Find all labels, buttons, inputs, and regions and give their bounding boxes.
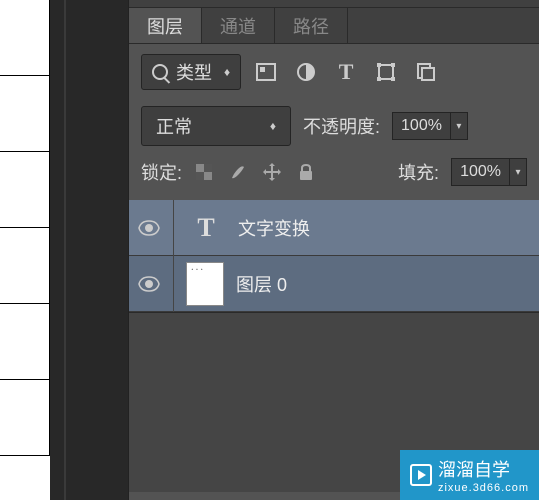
layer-separator	[173, 256, 174, 312]
workspace-background	[50, 0, 128, 500]
layer-item-image[interactable]: 图层 0	[129, 256, 539, 312]
opacity-dropdown-arrow[interactable]: ▾	[450, 112, 468, 140]
watermark-sub: zixue.3d66.com	[438, 482, 529, 494]
visibility-toggle-icon[interactable]	[137, 216, 161, 240]
layer-separator	[173, 200, 174, 256]
play-icon	[410, 464, 432, 486]
canvas-cell	[0, 0, 50, 76]
image-layer-thumb	[186, 262, 224, 306]
filter-shape-icon[interactable]	[375, 61, 397, 83]
fill-dropdown-arrow[interactable]: ▾	[509, 158, 527, 186]
tab-layers[interactable]: 图层	[129, 8, 202, 43]
search-icon	[152, 64, 168, 80]
lock-label: 锁定:	[141, 159, 182, 185]
filter-kind-label: 类型	[176, 59, 212, 85]
blend-mode-value: 正常	[156, 113, 192, 139]
canvas-cell	[0, 380, 50, 456]
layer-filter-row: 类型 ♦ T	[129, 44, 539, 100]
lock-paint-icon[interactable]	[228, 162, 248, 182]
fill-label: 填充:	[398, 159, 439, 185]
lock-transparency-icon[interactable]	[194, 162, 214, 182]
caret-down-icon: ♦	[270, 119, 276, 133]
filter-pixel-icon[interactable]	[255, 61, 277, 83]
tab-paths[interactable]: 路径	[275, 8, 348, 43]
text-layer-thumb-icon: T	[186, 208, 226, 248]
canvas-cell	[0, 76, 50, 152]
watermark-badge: 溜溜自学 zixue.3d66.com	[400, 450, 539, 500]
opacity-value-input[interactable]: 100%	[392, 112, 451, 140]
filter-kind-dropdown[interactable]: 类型 ♦	[141, 54, 241, 90]
watermark-title: 溜溜自学	[438, 460, 510, 480]
blend-mode-dropdown[interactable]: 正常 ♦	[141, 106, 291, 146]
lock-position-icon[interactable]	[262, 162, 282, 182]
fill-value-input[interactable]: 100%	[451, 158, 510, 186]
filter-type-icon[interactable]: T	[335, 61, 357, 83]
filter-icons-group: T	[255, 61, 437, 83]
tab-channels[interactable]: 通道	[202, 8, 275, 43]
canvas-cell	[0, 304, 50, 380]
canvas-cell	[0, 228, 50, 304]
blend-mode-row: 正常 ♦ 不透明度: 100% ▾	[129, 100, 539, 152]
layer-name[interactable]: 图层 0	[236, 271, 287, 297]
layer-item-text[interactable]: T 文字变换	[129, 200, 539, 256]
lock-icons-group	[194, 162, 316, 182]
opacity-label: 不透明度:	[303, 113, 380, 139]
lock-row: 锁定: 填充: 100% ▾	[129, 152, 539, 192]
layers-list: T 文字变换 图层 0	[129, 200, 539, 312]
visibility-toggle-icon[interactable]	[137, 272, 161, 296]
panel-tabs: 图层 通道 路径	[129, 8, 539, 44]
filter-adjustment-icon[interactable]	[295, 61, 317, 83]
layer-name[interactable]: 文字变换	[238, 215, 310, 241]
canvas-cell	[0, 152, 50, 228]
layers-panel: 图层 通道 路径 类型 ♦ T 正常 ♦	[128, 0, 539, 500]
lock-all-icon[interactable]	[296, 162, 316, 182]
panel-grip[interactable]	[129, 0, 539, 8]
filter-smartobject-icon[interactable]	[415, 61, 437, 83]
caret-down-icon: ♦	[224, 65, 230, 79]
canvas-rulers-area	[0, 0, 50, 500]
